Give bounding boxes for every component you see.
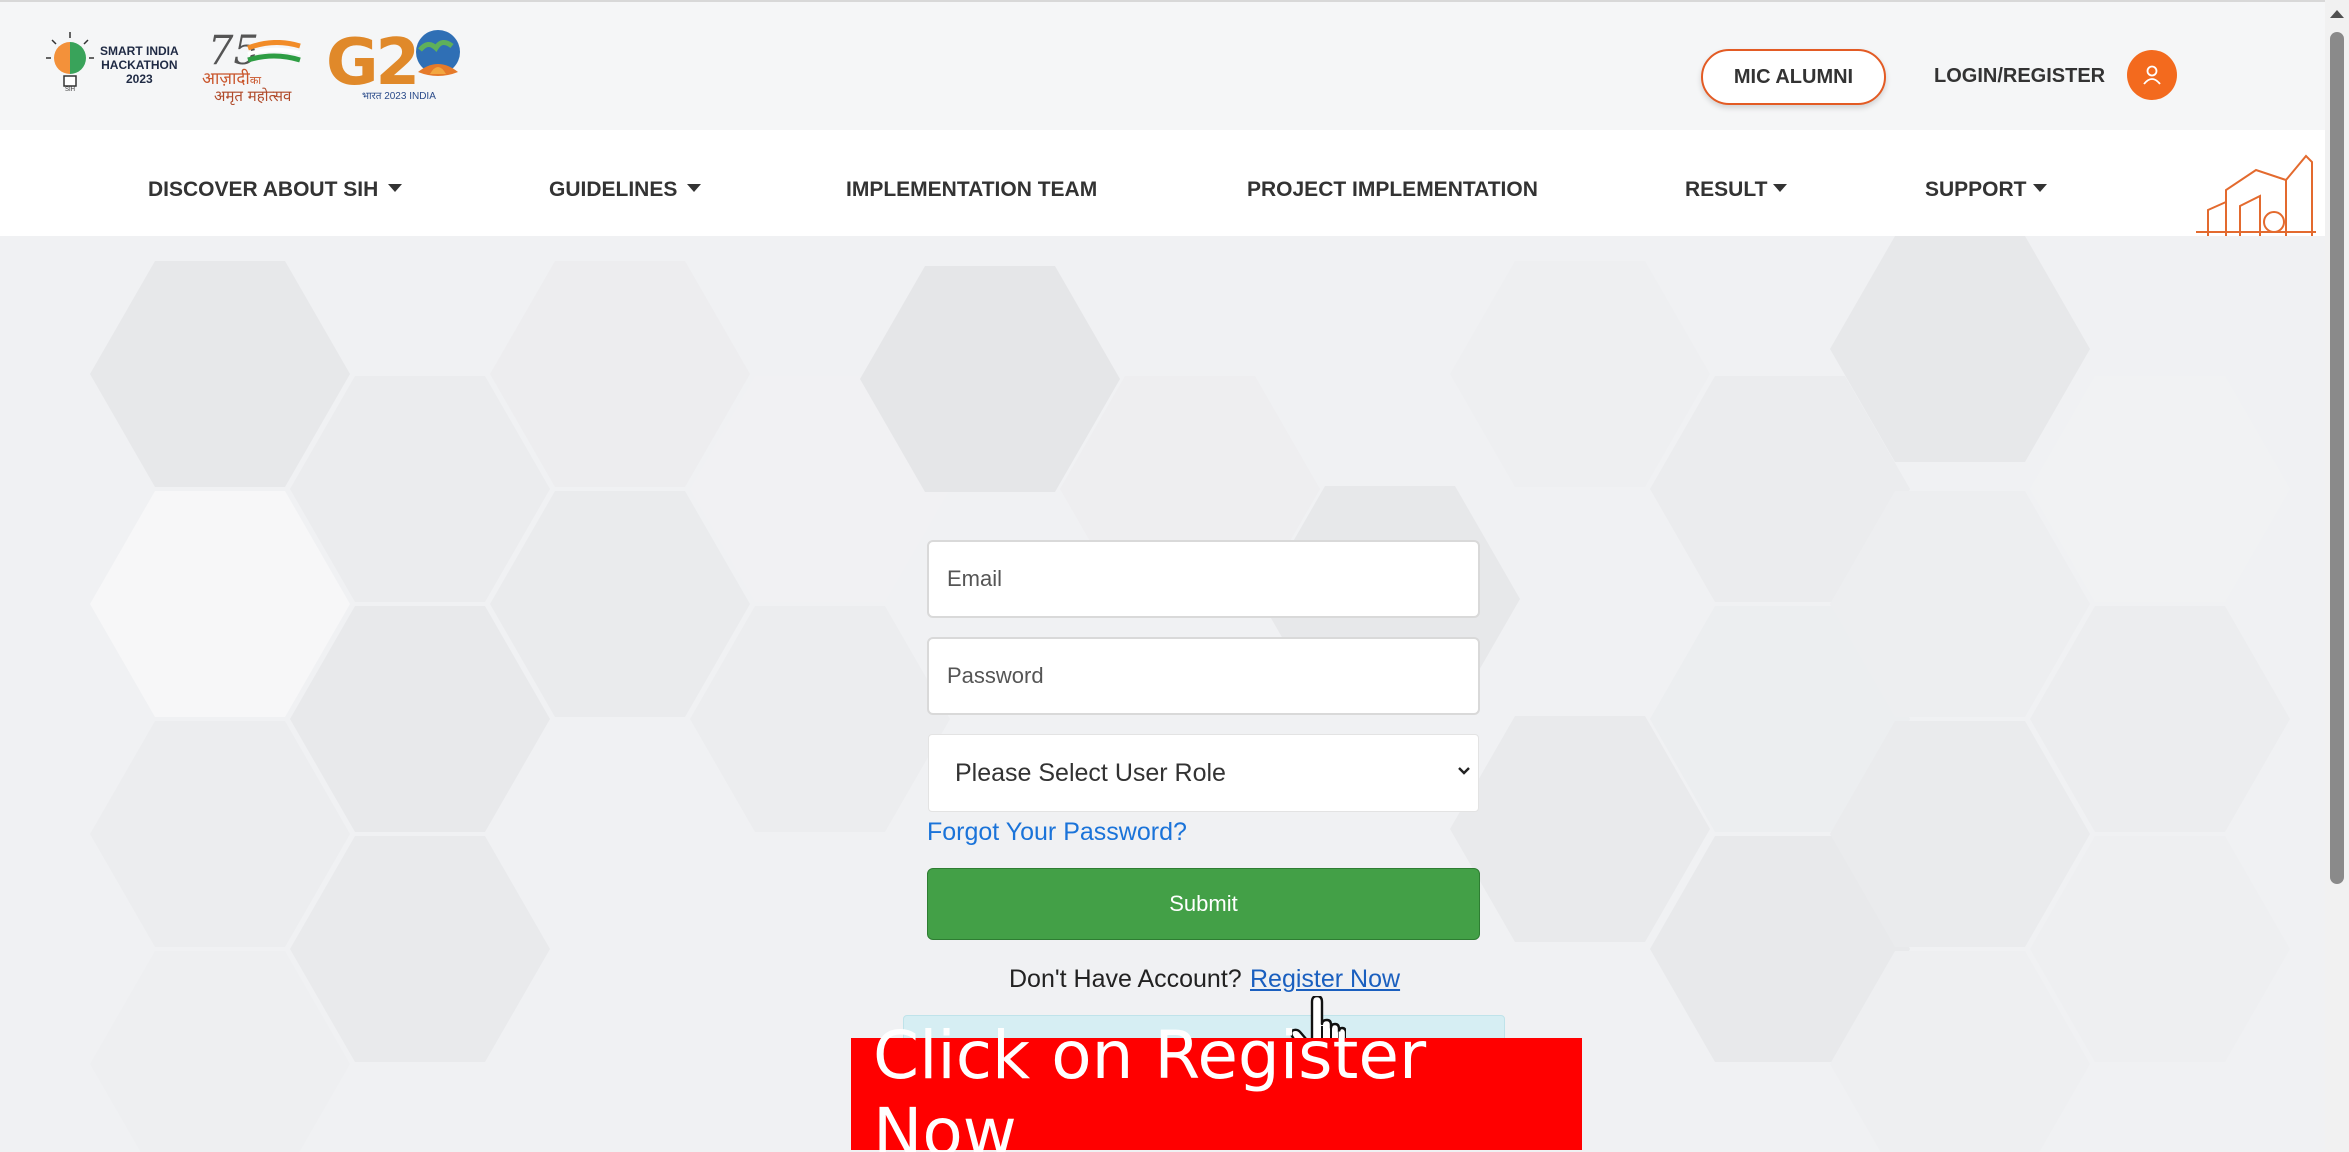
azadi-ka-amrit-mahotsav-logo[interactable]: 75 आज़ादीका अमृत महोत्सव (200, 28, 304, 105)
no-account-text: Don't Have Account? (1009, 965, 1242, 993)
nav-item-support[interactable]: SUPPORT (1925, 178, 2047, 202)
user-role-select[interactable]: Please Select User Role (928, 734, 1479, 812)
password-input[interactable]: Password (927, 637, 1480, 715)
azadi-logo-line2: अमृत महोत्सव (214, 87, 292, 105)
building-illustration-icon (2196, 154, 2316, 236)
caret-down-icon (2032, 184, 2047, 193)
g20-logo-sub: भारत 2023 INDIA (362, 91, 436, 102)
instruction-banner: Click on Register Now (851, 1017, 1582, 1152)
nav-item-label: GUIDELINES (549, 178, 678, 201)
submit-button[interactable]: Submit (927, 868, 1480, 940)
scroll-up-arrow-icon[interactable] (2330, 10, 2344, 18)
user-silhouette-icon (2143, 65, 2161, 85)
nav-item-label: RESULT (1685, 178, 1768, 201)
g20-logo[interactable]: G2 भारत 2023 INDIA (326, 24, 468, 108)
nav-item-label: DISCOVER ABOUT SIH (148, 178, 379, 201)
vertical-scrollbar[interactable] (2325, 0, 2349, 1152)
nav-item-result[interactable]: RESULT (1685, 178, 1788, 202)
sih-logo[interactable]: SIH SMART INDIA HACKATHON 2023 (34, 26, 180, 102)
email-input[interactable]: Email (927, 540, 1480, 618)
nav-item-implementation-team[interactable]: IMPLEMENTATION TEAM (846, 178, 1097, 202)
sih-logo-line3: 2023 (125, 72, 153, 86)
instruction-banner-text: Click on Register Now (873, 1017, 1427, 1152)
mic-alumni-button[interactable]: MIC ALUMNI (1701, 49, 1886, 105)
globe-lotus-icon (416, 30, 460, 76)
user-role-select-value: Please Select User Role (955, 758, 1226, 787)
sih-logo-line2: HACKATHON (101, 58, 178, 72)
main-navbar: DISCOVER ABOUT SIH GUIDELINES IMPLEMENTA… (0, 130, 2325, 236)
nav-item-label: IMPLEMENTATION TEAM (846, 178, 1098, 201)
sih-logo-line1: SMART INDIA (100, 44, 179, 58)
nav-item-guidelines[interactable]: GUIDELINES (549, 178, 702, 202)
top-header: SIH SMART INDIA HACKATHON 2023 75 आज़ादी… (0, 0, 2325, 130)
register-now-link[interactable]: Register Now (1250, 965, 1400, 994)
bulb-icon: SIH (46, 32, 94, 92)
caret-down-icon (388, 184, 403, 193)
nav-item-label: PROJECT IMPLEMENTATION (1247, 178, 1538, 201)
nav-item-label: SUPPORT (1925, 178, 2027, 201)
flag-swoosh-icon (247, 40, 301, 63)
forgot-password-link[interactable]: Forgot Your Password? (927, 818, 1187, 847)
page: SIH SMART INDIA HACKATHON 2023 75 आज़ादी… (0, 0, 2349, 1152)
caret-down-icon (687, 184, 702, 193)
scrollbar-thumb[interactable] (2330, 32, 2344, 884)
login-register-link[interactable]: LOGIN/REGISTER (1934, 65, 2105, 88)
user-icon[interactable] (2127, 50, 2177, 100)
nav-item-discover-about-sih[interactable]: DISCOVER ABOUT SIH (148, 178, 403, 202)
chevron-down-icon (1458, 767, 1470, 775)
svg-text:SIH: SIH (65, 87, 75, 92)
caret-down-icon (1773, 184, 1788, 193)
nav-item-project-implementation[interactable]: PROJECT IMPLEMENTATION (1247, 178, 1538, 202)
